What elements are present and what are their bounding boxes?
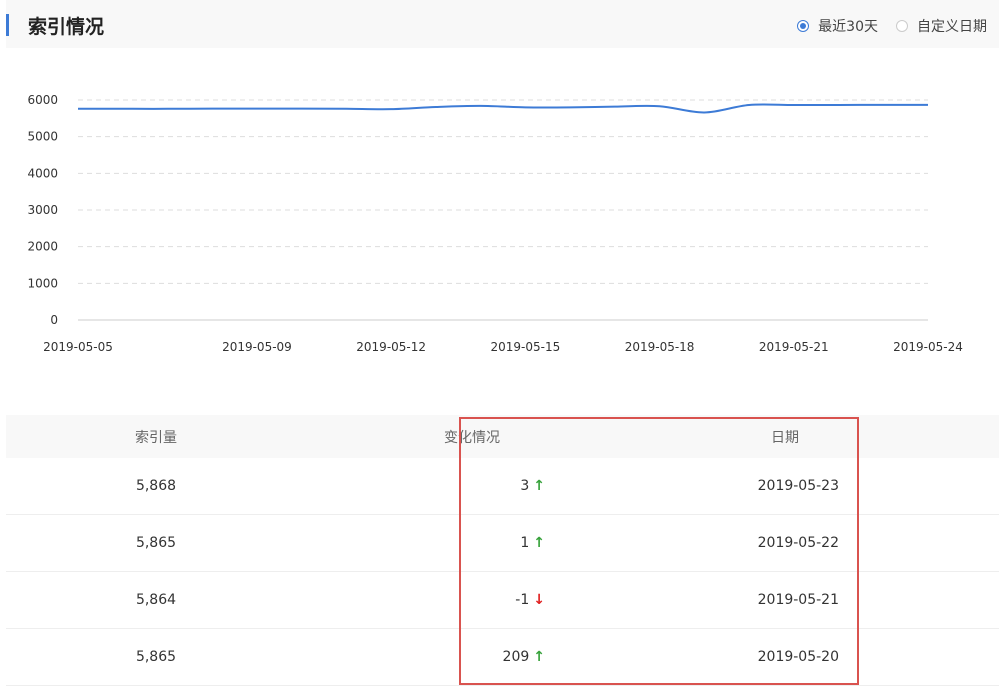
arrow-up-icon: ↑ (533, 535, 545, 551)
date-cell: 2019-05-22 (757, 535, 839, 551)
index-line-chart: 0 1000 2000 3000 4000 5000 6000 2019-05-05 2019… (27, 93, 963, 354)
x-tick-label: 2019-05-05 (43, 340, 113, 354)
x-tick-label: 2019-05-18 (625, 340, 695, 354)
change-value: 3 (520, 478, 530, 494)
date-cell: 2019-05-20 (757, 649, 839, 665)
index-count-cell: 5,868 (135, 478, 177, 494)
change-value: 1 (520, 535, 530, 551)
title-accent-bar (6, 14, 9, 36)
range-option-label: 自定义日期 (917, 19, 987, 35)
index-series-line (78, 103, 929, 114)
table-row: 5,865 209 ↑ 2019-05-20 (6, 629, 999, 686)
table-row: 5,865 1 ↑ 2019-05-22 (6, 515, 999, 572)
page-title: 索引情况 (28, 16, 105, 38)
x-tick-label: 2019-05-24 (893, 340, 963, 354)
change-cell: 209 ↑ (306, 649, 545, 665)
y-tick-label: 0 (50, 313, 58, 327)
header-date: 日期 (771, 429, 799, 446)
arrow-down-icon: ↓ (533, 592, 545, 608)
radio-checked-icon[interactable] (797, 20, 810, 32)
change-cell: -1 ↓ (306, 592, 545, 608)
change-cell: 1 ↑ (306, 535, 545, 551)
range-option-custom[interactable]: 自定义日期 (896, 16, 987, 36)
header-change: 变化情况 (444, 429, 500, 446)
y-tick-label: 2000 (27, 240, 58, 254)
table-row: 5,864 -1 ↓ 2019-05-21 (6, 572, 999, 629)
index-count-cell: 5,865 (135, 535, 177, 551)
radio-unchecked-icon[interactable] (896, 20, 908, 32)
range-option-label: 最近30天 (818, 19, 878, 35)
change-cell: 3 ↑ (306, 478, 545, 494)
y-tick-label: 4000 (27, 166, 58, 180)
header-count: 索引量 (135, 429, 177, 446)
index-table: 索引量 变化情况 日期 5,868 3 ↑ 2019-05-23 5,865 1 ↑ 2019… (6, 415, 999, 686)
index-count-cell: 5,864 (135, 592, 177, 608)
range-option-30-days[interactable]: 最近30天 (797, 16, 878, 36)
x-tick-label: 2019-05-15 (490, 340, 560, 354)
change-value: -1 (515, 592, 530, 608)
y-tick-label: 3000 (27, 203, 58, 217)
date-cell: 2019-05-23 (757, 478, 839, 494)
x-tick-label: 2019-05-09 (222, 340, 292, 354)
arrow-up-icon: ↑ (533, 478, 545, 494)
table-header: 索引量 变化情况 日期 (6, 415, 999, 458)
date-cell: 2019-05-21 (757, 592, 839, 608)
change-value: 209 (502, 649, 530, 665)
table-row: 5,868 3 ↑ 2019-05-23 (6, 458, 999, 515)
x-tick-label: 2019-05-21 (759, 340, 829, 354)
y-tick-label: 6000 (27, 93, 58, 107)
date-range-selector: 最近30天 自定义日期 (779, 16, 987, 36)
page-header: 索引情况 最近30天 自定义日期 (6, 0, 999, 48)
y-tick-label: 1000 (27, 276, 58, 290)
arrow-up-icon: ↑ (533, 649, 545, 665)
index-count-cell: 5,865 (135, 649, 177, 665)
y-tick-label: 5000 (27, 130, 58, 144)
x-tick-label: 2019-05-12 (356, 340, 426, 354)
